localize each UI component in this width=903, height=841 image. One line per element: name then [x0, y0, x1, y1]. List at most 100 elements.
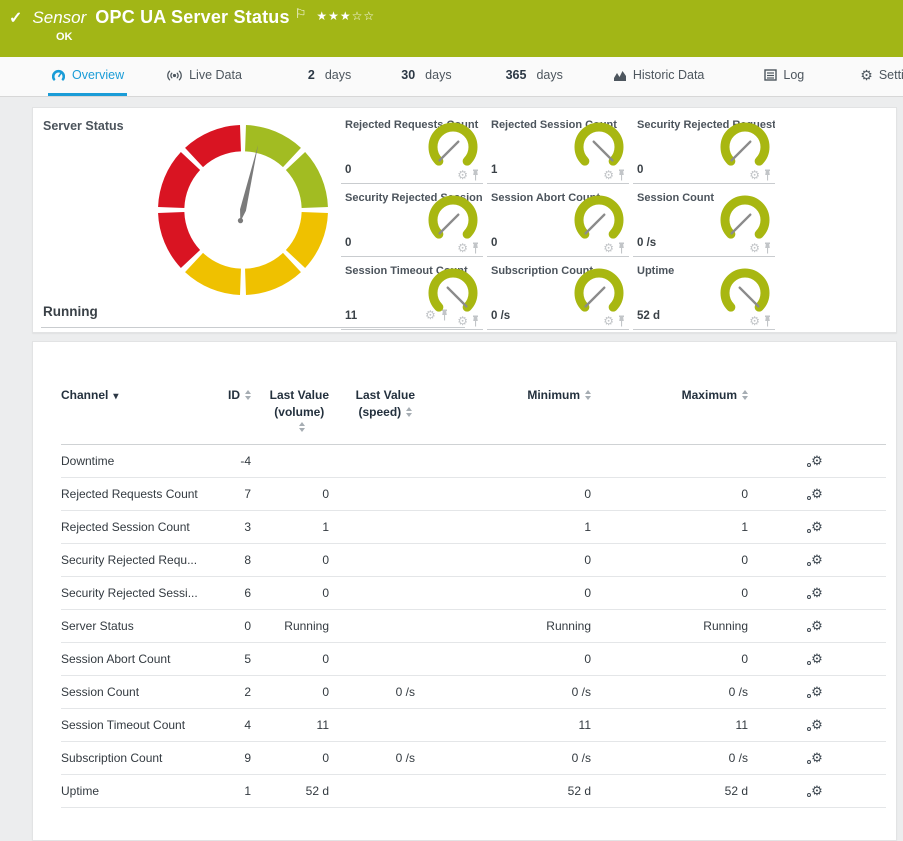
table-row[interactable]: Session Abort Count 5 0 0 0 ⚙	[61, 643, 886, 676]
tab-log[interactable]: Log	[761, 57, 807, 96]
sort-icon	[299, 422, 305, 432]
channel-maximum: 0 /s	[591, 742, 748, 775]
channel-gear-icon[interactable]: ⚙	[603, 242, 614, 254]
star-empty-icons[interactable]: ☆☆	[352, 9, 376, 23]
channel-gear-icon[interactable]: ⚙	[457, 169, 468, 181]
column-header-last-value-speed[interactable]: Last Value (speed)	[329, 382, 415, 445]
channel-id: 8	[211, 544, 251, 577]
table-row[interactable]: Server Status 0 Running Running Running …	[61, 610, 886, 643]
table-row[interactable]: Rejected Requests Count 7 0 0 0 ⚙	[61, 478, 886, 511]
pin-icon[interactable]	[763, 242, 772, 254]
channel-name[interactable]: Rejected Requests Count	[61, 478, 211, 511]
channel-id: 2	[211, 676, 251, 709]
column-header-maximum[interactable]: Maximum	[591, 382, 748, 445]
tab-unit: days	[536, 68, 562, 82]
channel-name[interactable]: Security Rejected Sessi...	[61, 577, 211, 610]
channel-minimum: 0	[415, 577, 591, 610]
table-row[interactable]: Downtime -4 ⚙	[61, 445, 886, 478]
broadcast-icon	[166, 69, 183, 82]
column-header-id[interactable]: ID	[211, 382, 251, 445]
column-header-minimum[interactable]: Minimum	[415, 382, 591, 445]
tab-live-data[interactable]: Live Data	[163, 57, 245, 96]
column-header-last-value-volume[interactable]: Last Value (volume)	[251, 382, 329, 445]
star-filled-icons[interactable]: ★★★	[316, 9, 351, 23]
channel-minimum: 0 /s	[415, 676, 591, 709]
tab-bar: Overview Live Data 2 days 30 days 365 da…	[0, 57, 903, 97]
table-row[interactable]: Session Timeout Count 4 11 11 11 ⚙	[61, 709, 886, 742]
channel-settings-icon[interactable]: ⚙	[811, 718, 823, 731]
channel-name[interactable]: Rejected Session Count	[61, 511, 211, 544]
pin-icon[interactable]	[617, 315, 626, 327]
channel-gear-icon[interactable]: ⚙	[603, 315, 614, 327]
table-row[interactable]: Security Rejected Requ... 8 0 0 0 ⚙	[61, 544, 886, 577]
channel-name[interactable]: Uptime	[61, 775, 211, 808]
channel-maximum: 0 /s	[591, 676, 748, 709]
tab-365-days[interactable]: 365 days	[503, 57, 566, 96]
gauge-dial	[424, 122, 482, 172]
pin-icon[interactable]	[471, 242, 480, 254]
channel-id: 9	[211, 742, 251, 775]
table-row[interactable]: Session Count 2 0 0 /s 0 /s 0 /s ⚙	[61, 676, 886, 709]
channel-gear-icon[interactable]: ⚙	[749, 315, 760, 327]
pin-icon[interactable]	[471, 169, 480, 181]
channel-settings-icon[interactable]: ⚙	[811, 652, 823, 665]
gauge-value: 11	[345, 310, 357, 322]
channel-settings-icon[interactable]: ⚙	[811, 685, 823, 698]
table-row[interactable]: Security Rejected Sessi... 6 0 0 0 ⚙	[61, 577, 886, 610]
flag-icon[interactable]: ⚐	[295, 6, 307, 22]
sort-icon	[245, 390, 251, 400]
table-row[interactable]: Rejected Session Count 3 1 1 1 ⚙	[61, 511, 886, 544]
pin-icon[interactable]	[763, 315, 772, 327]
channels-panel: Channel▾ ID Last Value (volume) Last Val…	[32, 341, 897, 841]
channel-gear-icon[interactable]: ⚙	[457, 315, 468, 327]
channel-gear-icon[interactable]: ⚙	[749, 242, 760, 254]
channel-settings-icon[interactable]: ⚙	[811, 619, 823, 632]
channel-last-value-speed	[329, 478, 415, 511]
gauge-card: Rejected Requests Count 0 ⚙	[341, 111, 483, 184]
tab-settings[interactable]: ⚙ Settings	[857, 57, 903, 96]
channel-name[interactable]: Subscription Count	[61, 742, 211, 775]
channel-settings-icon[interactable]: ⚙	[811, 520, 823, 533]
pin-icon[interactable]	[763, 169, 772, 181]
page-title: OPC UA Server Status	[95, 7, 289, 28]
channel-settings-icon[interactable]: ⚙	[811, 487, 823, 500]
gauge-card: Rejected Session Count 1 ⚙	[487, 111, 629, 184]
channel-settings-icon[interactable]: ⚙	[811, 553, 823, 566]
sensor-header: ✓ Sensor OPC UA Server Status ⚐ ★★★☆☆ OK	[0, 0, 903, 57]
channel-id: 0	[211, 610, 251, 643]
channel-id: 5	[211, 643, 251, 676]
tab-2-days[interactable]: 2 days	[305, 57, 354, 96]
tab-historic-data[interactable]: Historic Data	[610, 57, 708, 96]
gauge-dial	[570, 195, 628, 245]
gauge-value: 0 /s	[637, 237, 656, 249]
pin-icon[interactable]	[471, 315, 480, 327]
column-header-channel[interactable]: Channel▾	[61, 382, 211, 445]
channel-name[interactable]: Session Timeout Count	[61, 709, 211, 742]
channel-name[interactable]: Session Abort Count	[61, 643, 211, 676]
channel-gear-icon[interactable]: ⚙	[749, 169, 760, 181]
channel-settings-icon[interactable]: ⚙	[811, 751, 823, 764]
priority-stars[interactable]: ★★★☆☆	[316, 9, 375, 23]
channel-settings-icon[interactable]: ⚙	[811, 586, 823, 599]
channel-name[interactable]: Security Rejected Requ...	[61, 544, 211, 577]
channel-maximum	[591, 445, 748, 478]
pin-icon[interactable]	[617, 242, 626, 254]
gauge-value: 52 d	[637, 310, 660, 322]
channel-name[interactable]: Session Count	[61, 676, 211, 709]
channel-name[interactable]: Server Status	[61, 610, 211, 643]
channel-settings-icon[interactable]: ⚙	[811, 784, 823, 797]
table-row[interactable]: Uptime 1 52 d 52 d 52 d ⚙	[61, 775, 886, 808]
gauge-dial	[570, 268, 628, 318]
channel-gear-icon[interactable]: ⚙	[603, 169, 614, 181]
channel-gear-icon[interactable]: ⚙	[457, 242, 468, 254]
channel-last-value-speed	[329, 610, 415, 643]
channel-settings-icon[interactable]: ⚙	[811, 454, 823, 467]
table-row[interactable]: Subscription Count 9 0 0 /s 0 /s 0 /s ⚙	[61, 742, 886, 775]
channel-name[interactable]: Downtime	[61, 445, 211, 478]
tab-30-days[interactable]: 30 days	[398, 57, 454, 96]
tab-overview[interactable]: Overview	[48, 57, 127, 96]
pin-icon[interactable]	[617, 169, 626, 181]
gauge-icon	[51, 68, 66, 82]
tab-number: 365	[506, 68, 527, 82]
channel-maximum: 0	[591, 478, 748, 511]
